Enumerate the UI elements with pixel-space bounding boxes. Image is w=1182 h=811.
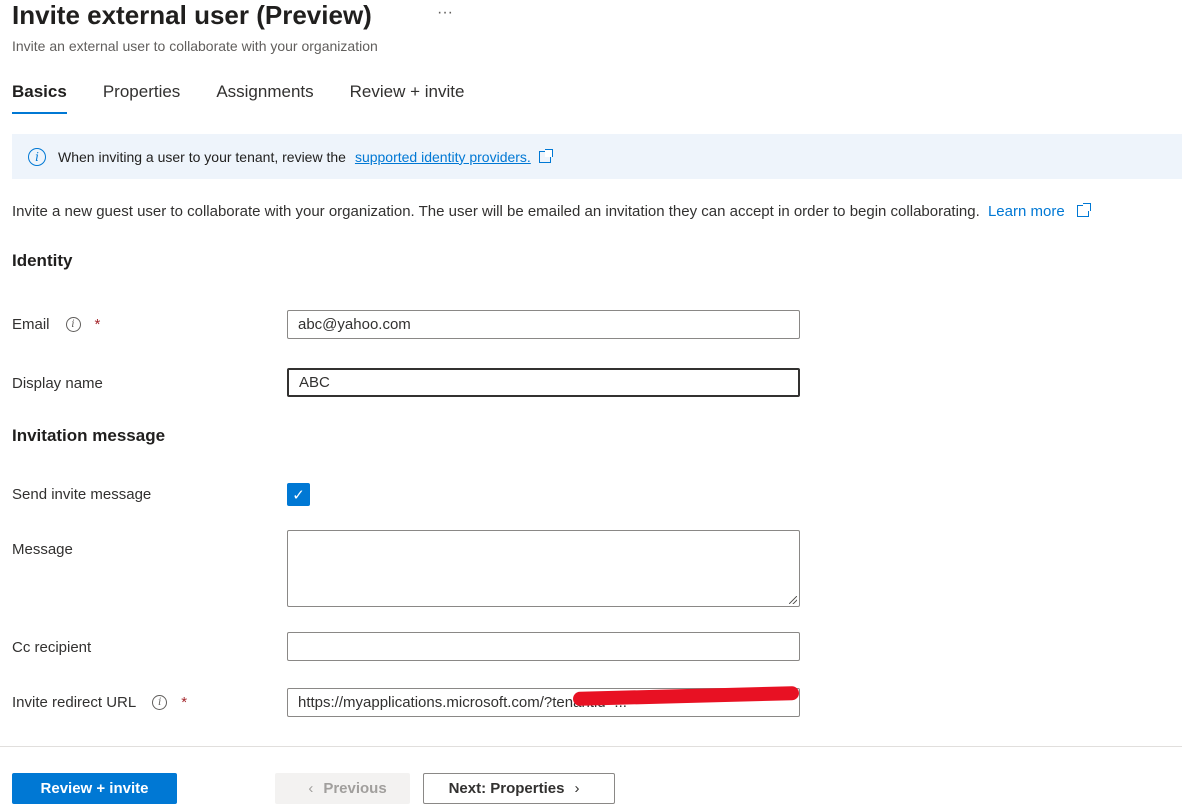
tab-basics[interactable]: Basics (12, 82, 67, 114)
cc-recipient-label: Cc recipient (12, 639, 92, 656)
tab-review-invite[interactable]: Review + invite (350, 82, 465, 114)
cc-recipient-field[interactable] (287, 632, 800, 661)
description: Invite a new guest user to collaborate w… (12, 203, 1091, 220)
email-label: Email (12, 316, 50, 333)
tab-bar: Basics Properties Assignments Review + i… (12, 82, 500, 114)
tab-assignments[interactable]: Assignments (216, 82, 313, 114)
external-link-icon[interactable] (538, 148, 553, 163)
display-name-label: Display name (12, 375, 103, 392)
tab-properties[interactable]: Properties (103, 82, 180, 114)
required-marker: * (181, 694, 188, 711)
review-invite-button[interactable]: Review + invite (12, 773, 177, 804)
learn-more-link[interactable]: Learn more (988, 203, 1065, 220)
previous-button[interactable]: ‹ Previous (275, 773, 410, 804)
redirect-url-label: Invite redirect URL (12, 694, 137, 711)
email-field[interactable]: abc@yahoo.com (287, 310, 800, 339)
chevron-left-icon: ‹ (308, 780, 314, 797)
next-label: Next: Properties (448, 780, 565, 797)
page-subtitle: Invite an external user to collaborate w… (12, 38, 378, 54)
chevron-right-icon: › (574, 780, 580, 797)
redirect-url-label-row: Invite redirect URL i * (12, 694, 187, 711)
invitation-heading: Invitation message (12, 426, 166, 445)
info-banner-text: When inviting a user to your tenant, rev… (58, 148, 346, 165)
page-title: Invite external user (Preview) (12, 0, 372, 30)
message-label: Message (12, 541, 73, 558)
identity-heading: Identity (12, 251, 73, 270)
info-banner: i When inviting a user to your tenant, r… (12, 134, 1182, 179)
send-invite-label: Send invite message (12, 486, 152, 503)
info-icon: i (28, 147, 46, 166)
checkmark-icon: ✓ (292, 486, 305, 504)
resize-grip-icon[interactable] (789, 596, 797, 604)
display-name-field[interactable]: ABC (287, 368, 800, 397)
external-link-icon[interactable] (1076, 203, 1091, 217)
send-invite-checkbox[interactable]: ✓ (287, 483, 310, 506)
identity-providers-link[interactable]: supported identity providers. (355, 149, 531, 165)
required-marker: * (94, 316, 101, 333)
previous-label: Previous (323, 780, 387, 797)
more-options-icon[interactable]: ··· (437, 4, 453, 22)
description-text: Invite a new guest user to collaborate w… (12, 203, 980, 220)
message-textarea[interactable] (287, 530, 800, 607)
footer-divider (0, 746, 1182, 747)
email-label-row: Email i * (12, 316, 100, 333)
next-properties-button[interactable]: Next: Properties › (423, 773, 615, 804)
redirect-info-icon[interactable]: i (152, 695, 168, 710)
email-info-icon[interactable]: i (65, 317, 81, 332)
